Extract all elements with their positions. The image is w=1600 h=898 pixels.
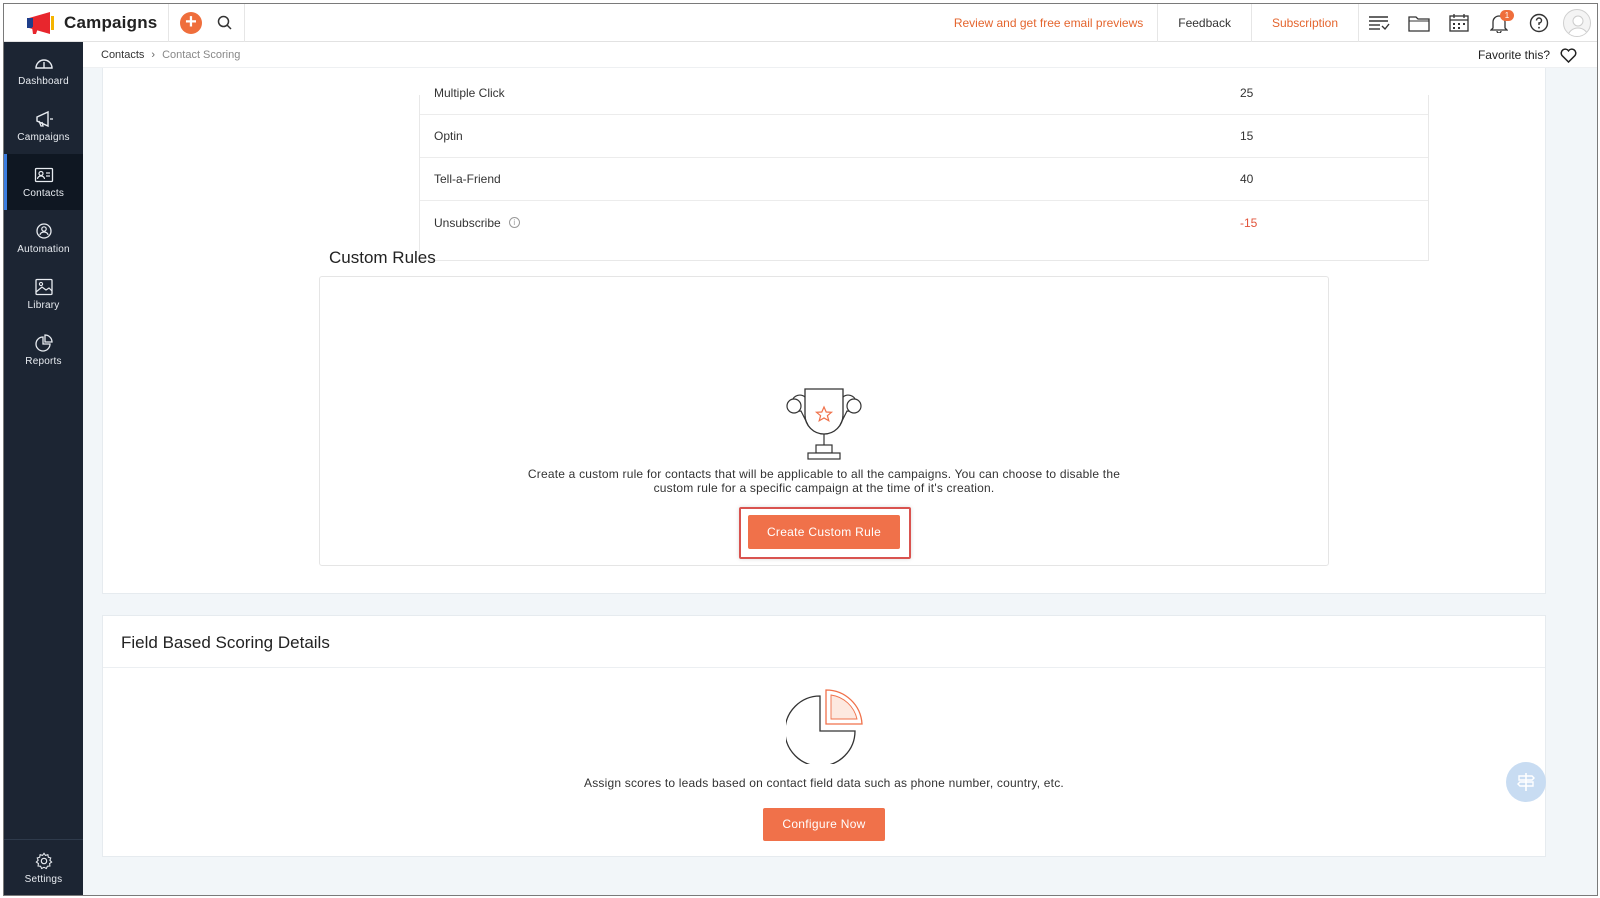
bell-icon[interactable]: 1	[1479, 4, 1519, 42]
sidebar: Dashboard Campaigns Contacts Automation …	[4, 42, 83, 895]
calendar-icon[interactable]	[1439, 4, 1479, 42]
sidebar-item-contacts[interactable]: Contacts	[4, 154, 83, 210]
heart-icon[interactable]	[1560, 47, 1577, 63]
help-icon[interactable]	[1519, 4, 1559, 42]
sidebar-item-dashboard[interactable]: Dashboard	[4, 42, 83, 98]
row-value: 40	[1240, 172, 1254, 186]
notification-badge: 1	[1500, 9, 1514, 21]
signpost-icon	[1517, 773, 1535, 791]
info-icon[interactable]: i	[508, 217, 520, 228]
add-button[interactable]: +	[180, 11, 202, 34]
field-scoring-header: Field Based Scoring Details	[103, 616, 1545, 668]
sidebar-item-reports[interactable]: Reports	[4, 322, 83, 378]
table-row: Unsubscribe i -15	[420, 201, 1428, 244]
contact-card-icon	[34, 167, 53, 182]
sidebar-item-automation[interactable]: Automation	[4, 210, 83, 266]
sidebar-item-label: Contacts	[22, 187, 65, 199]
sidebar-item-label: Library	[27, 299, 60, 311]
breadcrumb-current: Contact Scoring	[162, 48, 241, 61]
favorite-toggle[interactable]: Favorite this?	[1478, 42, 1577, 68]
table-row: Tell-a-Friend 40	[420, 158, 1428, 201]
folder-icon[interactable]	[1399, 4, 1439, 42]
sidebar-item-campaigns[interactable]: Campaigns	[4, 98, 83, 154]
row-label: Optin	[434, 129, 463, 143]
pie-chart-icon	[34, 333, 53, 352]
automation-icon	[35, 222, 52, 239]
table-row: Multiple Click 25	[420, 72, 1428, 115]
review-previews-link[interactable]: Review and get free email previews	[940, 4, 1159, 42]
sidebar-item-library[interactable]: Library	[4, 266, 83, 322]
list-icon[interactable]	[1359, 4, 1399, 42]
campaigns-logo-icon	[27, 11, 54, 34]
create-custom-rule-button[interactable]: Create Custom Rule	[748, 515, 900, 549]
sidebar-item-settings[interactable]: Settings	[4, 839, 83, 895]
field-scoring-title: Field Based Scoring Details	[121, 633, 330, 652]
row-label: Multiple Click	[434, 86, 505, 100]
sidebar-item-label: Automation	[17, 243, 70, 255]
field-scoring-panel: Field Based Scoring Details Assign score…	[102, 615, 1546, 857]
breadcrumb-contacts[interactable]: Contacts	[101, 49, 144, 61]
megaphone-icon	[35, 110, 53, 127]
scoring-table: Multiple Click 25 Optin 15 Tell-a-Friend…	[419, 86, 1429, 261]
brand[interactable]: Campaigns	[4, 4, 169, 42]
divider	[244, 4, 245, 42]
custom-rules-box: Create a custom rule for contacts that w…	[319, 276, 1329, 566]
row-label-text: Unsubscribe	[434, 215, 501, 230]
table-row: Optin 15	[420, 115, 1428, 158]
app-name: Campaigns	[64, 12, 158, 32]
favorite-label: Favorite this?	[1477, 48, 1550, 62]
sidebar-item-label: Reports	[25, 355, 62, 367]
row-label: Unsubscribe i	[434, 216, 520, 230]
custom-rules-description: Create a custom rule for contacts that w…	[320, 467, 1328, 495]
trophy-icon	[786, 388, 862, 460]
feedback-link[interactable]: Feedback	[1158, 4, 1252, 42]
help-chat-button[interactable]	[1506, 762, 1546, 802]
avatar[interactable]	[1563, 8, 1591, 37]
row-value: 25	[1240, 86, 1254, 100]
breadcrumb-bar: Contacts › Contact Scoring Favorite this…	[83, 42, 1597, 68]
sidebar-item-label: Dashboard	[18, 75, 69, 87]
row-value: 15	[1240, 129, 1254, 143]
subscription-link[interactable]: Subscription	[1252, 4, 1359, 42]
sidebar-item-label: Campaigns	[17, 131, 70, 143]
description-line: Create a custom rule for contacts that w…	[527, 467, 1121, 481]
sidebar-item-label: Settings	[24, 874, 63, 885]
custom-rules-title: Custom Rules	[329, 248, 436, 267]
description-line: custom rule for a specific campaign at t…	[653, 481, 995, 495]
top-bar: Campaigns + Review and get free email pr…	[4, 4, 1597, 42]
app-window: Campaigns + Review and get free email pr…	[3, 3, 1598, 896]
image-icon	[34, 278, 53, 295]
row-label: Tell-a-Friend	[434, 172, 501, 186]
field-scoring-description: Assign scores to leads based on contact …	[584, 776, 1064, 790]
chevron-right-icon: ›	[151, 48, 156, 61]
search-icon[interactable]	[216, 14, 234, 32]
configure-now-button[interactable]: Configure Now	[763, 808, 885, 841]
dashboard-icon	[34, 58, 53, 69]
scoring-panel: Multiple Click 25 Optin 15 Tell-a-Friend…	[102, 44, 1546, 594]
pie-chart-icon	[786, 689, 863, 764]
row-value: -15	[1240, 215, 1258, 230]
gear-icon	[35, 852, 52, 870]
